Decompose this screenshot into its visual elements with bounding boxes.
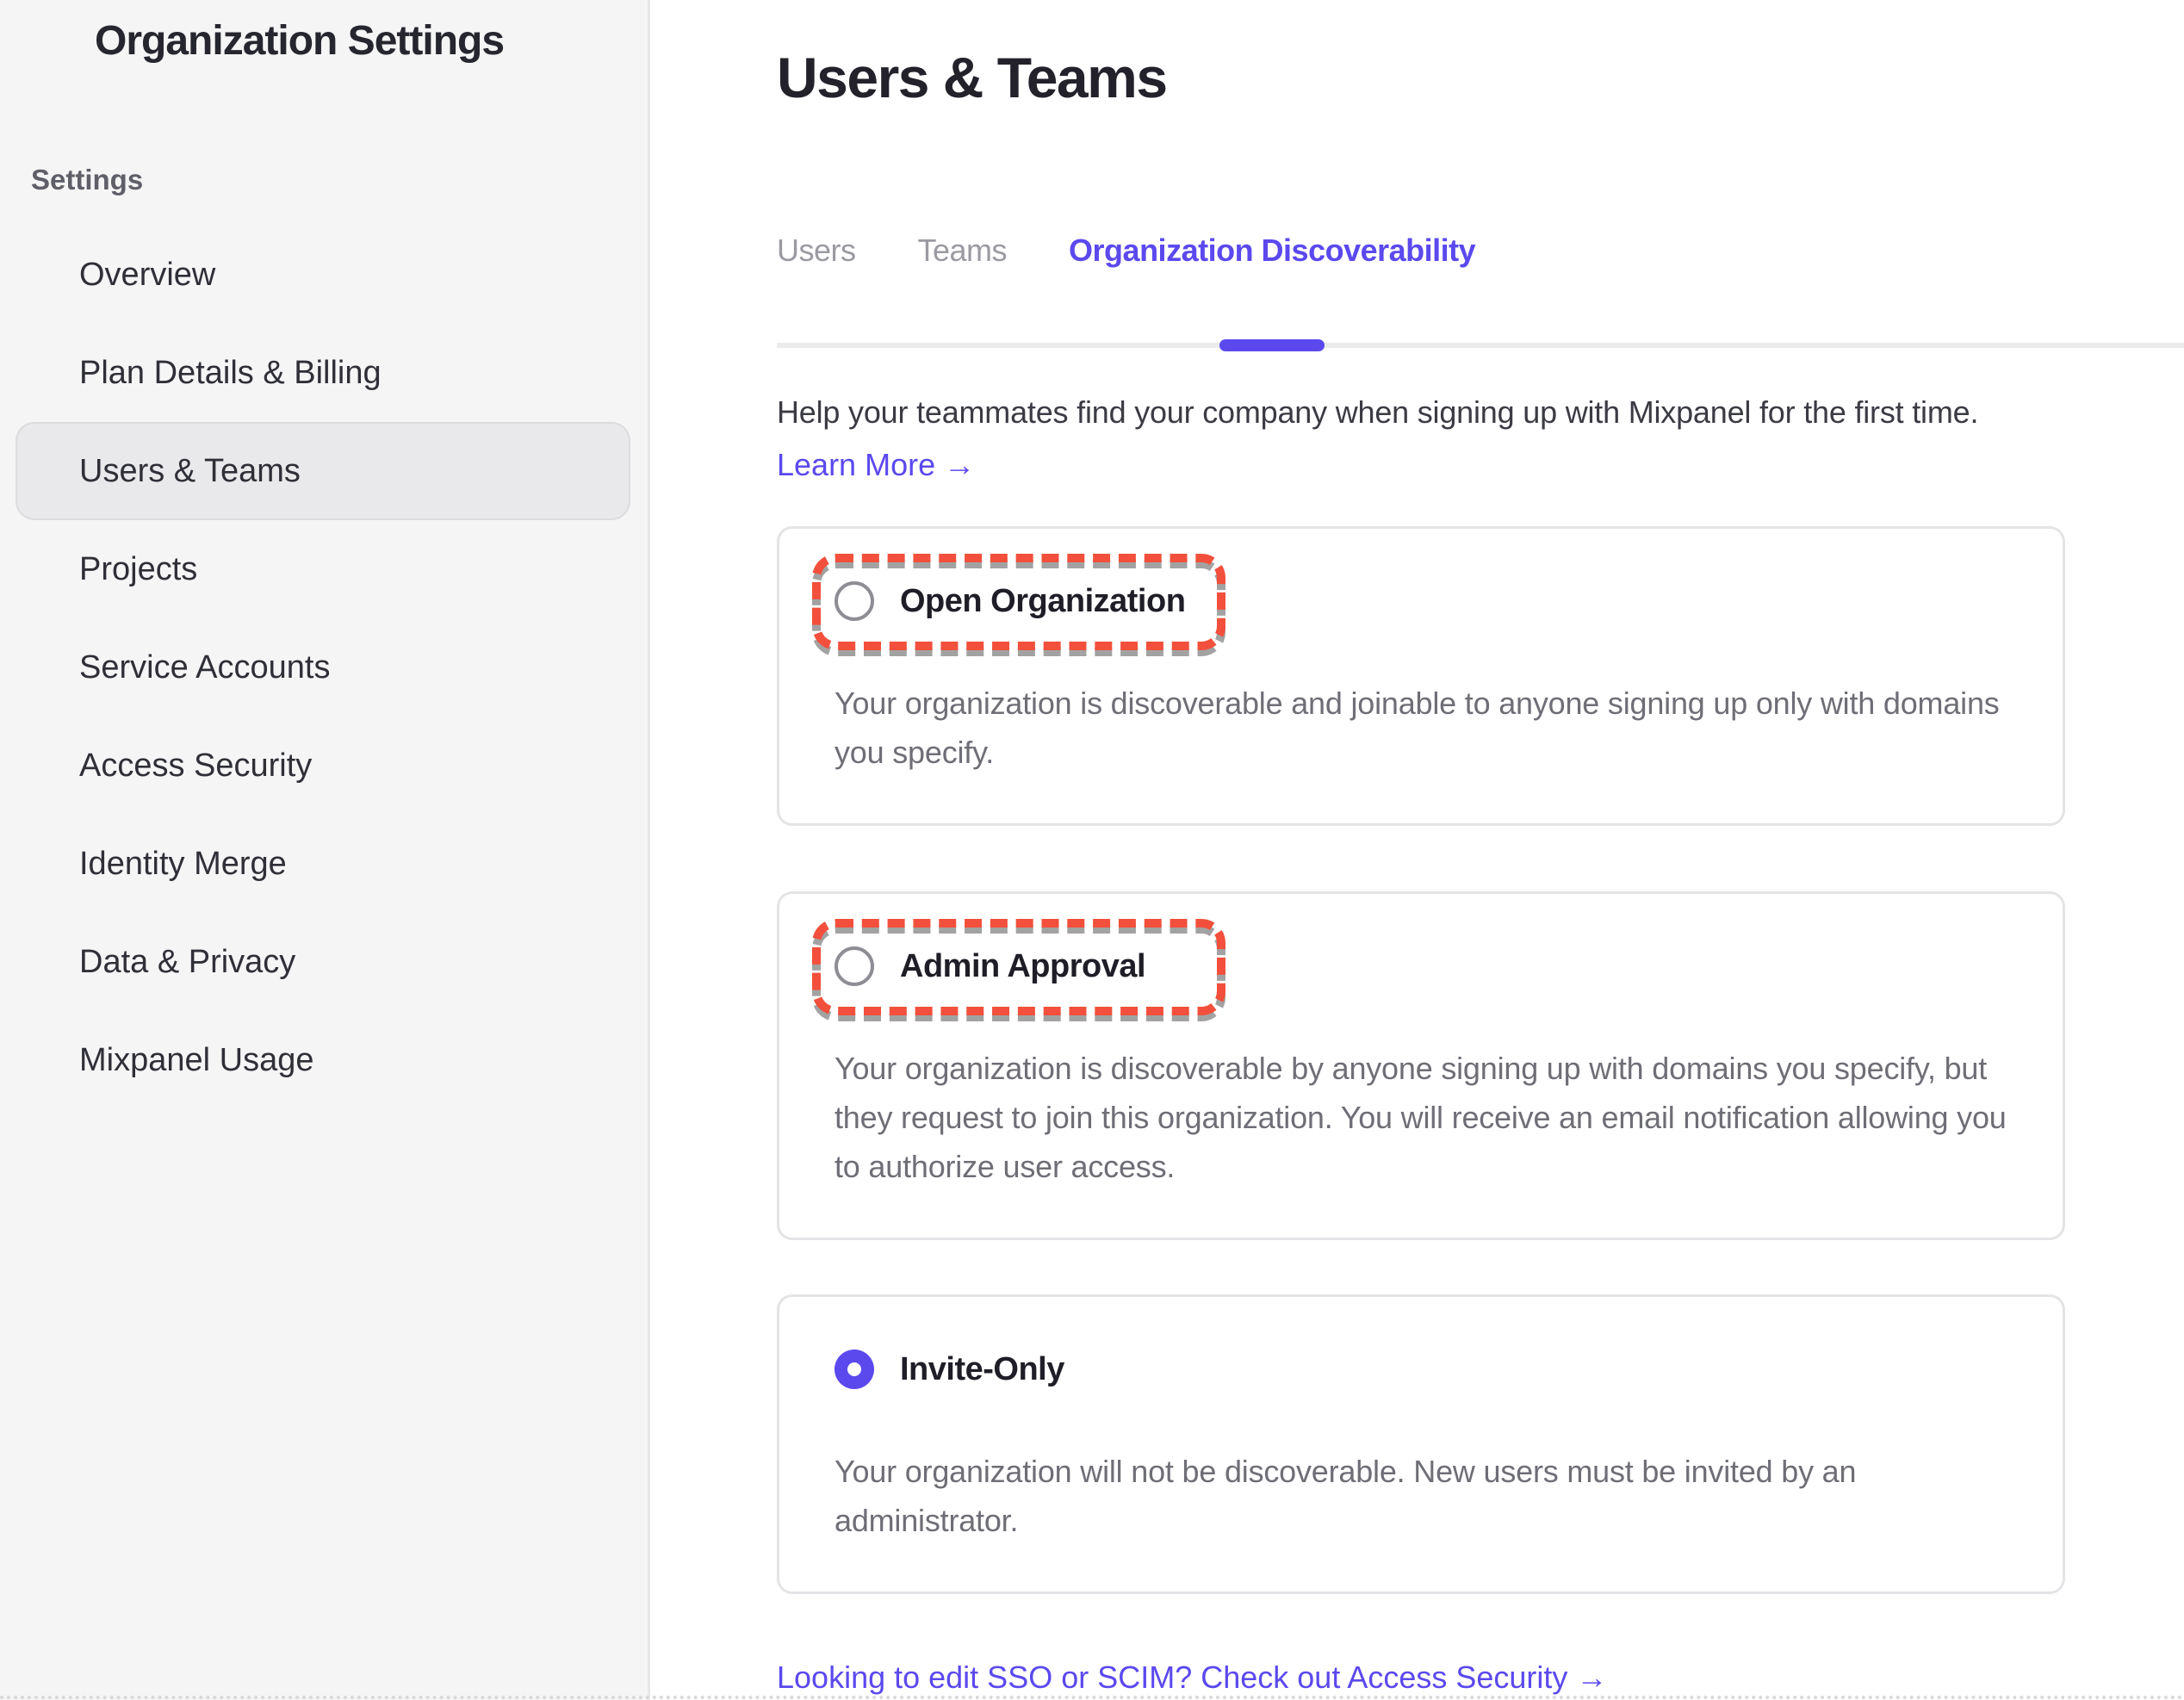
option-title[interactable]: Admin Approval (900, 948, 1145, 985)
radio-option-admin-approval[interactable]: Admin Approval (835, 944, 2014, 989)
radio-option-open-organization[interactable]: Open Organization (835, 579, 2014, 624)
option-card-open-organization: Open Organization Your organization is d… (777, 526, 2065, 826)
bottom-divider (0, 1696, 2184, 1699)
tab-teams[interactable]: Teams (918, 232, 1008, 343)
tab-users[interactable]: Users (777, 232, 856, 343)
option-description: Your organization is discoverable by any… (835, 1044, 2014, 1191)
sidebar-section-label: Settings (31, 164, 143, 196)
sidebar-item-mixpanel-usage[interactable]: Mixpanel Usage (16, 1011, 630, 1109)
sidebar-item-service-accounts[interactable]: Service Accounts (16, 618, 630, 717)
tab-bar: Users Teams Organization Discoverability (777, 232, 2184, 348)
sidebar-item-data-privacy[interactable]: Data & Privacy (16, 913, 630, 1011)
option-description: Your organization will not be discoverab… (835, 1447, 2014, 1545)
page-title: Users & Teams (777, 0, 2184, 112)
sidebar-item-users-teams[interactable]: Users & Teams (16, 422, 630, 520)
radio-unselected-icon[interactable] (835, 581, 874, 621)
sidebar-item-plan-details-billing[interactable]: Plan Details & Billing (16, 324, 630, 422)
option-description: Your organization is discoverable and jo… (835, 679, 2014, 777)
option-card-admin-approval: Admin Approval Your organization is disc… (777, 891, 2065, 1240)
sidebar-item-overview[interactable]: Overview (16, 226, 630, 324)
radio-selected-icon[interactable] (835, 1349, 874, 1389)
tab-organization-discoverability[interactable]: Organization Discoverability (1069, 232, 1475, 343)
radio-unselected-icon[interactable] (835, 946, 874, 986)
main-content: Users & Teams Users Teams Organization D… (777, 0, 2184, 1697)
sidebar-item-access-security[interactable]: Access Security (16, 717, 630, 815)
organization-settings-page: Organization Settings Settings Overview … (0, 0, 2184, 1700)
radio-option-invite-only[interactable]: Invite-Only (835, 1347, 2014, 1392)
sidebar-item-identity-merge[interactable]: Identity Merge (16, 815, 630, 913)
discoverability-options: Open Organization Your organization is d… (777, 526, 2184, 1594)
access-security-link[interactable]: Looking to edit SSO or SCIM? Check out A… (777, 1659, 1607, 1697)
option-title[interactable]: Open Organization (900, 583, 1185, 620)
settings-sidebar: Organization Settings Settings Overview … (0, 0, 650, 1700)
option-card-invite-only: Invite-Only Your organization will not b… (777, 1294, 2065, 1594)
sidebar-nav: Overview Plan Details & Billing Users & … (0, 226, 648, 1109)
sidebar-item-projects[interactable]: Projects (16, 520, 630, 618)
intro-text: Help your teammates find your company wh… (777, 394, 2184, 431)
option-title[interactable]: Invite-Only (900, 1351, 1064, 1388)
sidebar-title: Organization Settings (95, 17, 504, 65)
learn-more-link[interactable]: Learn More → (777, 446, 975, 484)
